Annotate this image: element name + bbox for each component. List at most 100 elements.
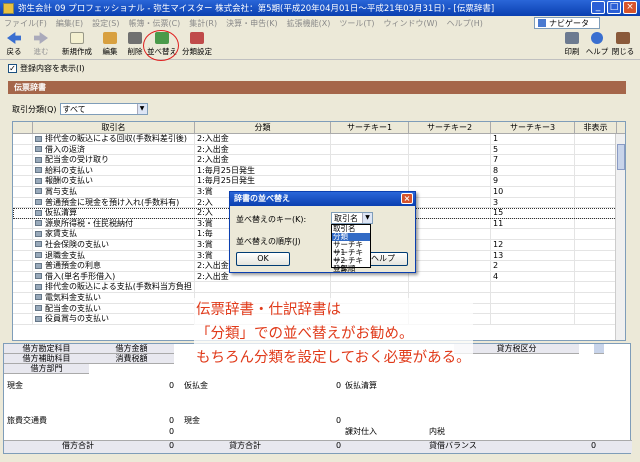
edit-icon xyxy=(103,32,117,44)
close-button[interactable]: 閉じる xyxy=(610,32,636,58)
table-scrollbar[interactable] xyxy=(615,134,625,340)
menu-extensions[interactable]: 拡張機能(X) xyxy=(287,18,331,29)
show-contents-label: 登録内容を表示(I) xyxy=(20,64,85,73)
printer-icon xyxy=(565,32,579,44)
menu-summary[interactable]: 集計(R) xyxy=(189,18,217,29)
new-button[interactable]: 新規作成 xyxy=(60,32,94,58)
row-searchkey3 xyxy=(491,229,575,239)
menu-settings[interactable]: 設定(S) xyxy=(92,18,119,29)
row-name: 源泉所得税・住民税納付 xyxy=(33,218,195,229)
minimize-button[interactable]: _ xyxy=(591,1,605,14)
table-row[interactable]: 借入(単名手形借入) 2:入出金 4 xyxy=(13,271,625,283)
row-icon xyxy=(35,262,42,269)
row-name: 家賃支払 xyxy=(33,229,195,239)
row-category xyxy=(195,282,331,292)
close-window-button[interactable]: × xyxy=(623,1,637,14)
row-icon xyxy=(35,220,42,227)
forward-button[interactable]: 進む xyxy=(30,32,52,58)
row-name: 役員賞与の支払い xyxy=(33,314,195,324)
panel-title: 伝票辞書 xyxy=(8,81,626,94)
sort-highlight-circle xyxy=(143,30,179,61)
chevron-down-icon: ▼ xyxy=(136,104,147,114)
row-searchkey3: 5 xyxy=(491,144,575,155)
row-searchkey3 xyxy=(491,282,575,292)
row-searchkey3 xyxy=(491,292,575,303)
title-bar: 弥生会計 09 プロフェッショナル - 弥生マイスター 株式会社：第5期(平成2… xyxy=(0,0,640,16)
option-registration-order[interactable]: 登録順 xyxy=(332,265,370,273)
col-category[interactable]: 分類 xyxy=(195,122,331,133)
row-name: 排代金の販込による回収(手数料差引後) xyxy=(33,134,195,144)
category-filter-select[interactable]: すべて ▼ xyxy=(59,103,148,115)
sort-order-label: 並べ替えの順序(J) xyxy=(236,237,301,246)
row-searchkey3 xyxy=(491,314,575,324)
col-name[interactable]: 取引名 xyxy=(33,122,195,133)
row-name: 借入(単名手形借入) xyxy=(33,271,195,282)
class-settings-icon xyxy=(190,32,204,44)
menu-file[interactable]: ファイル(F) xyxy=(4,18,47,29)
help-button[interactable]: ヘルプ xyxy=(585,32,609,58)
filter-row: 取引分類(Q) すべて ▼ xyxy=(12,103,148,115)
note-line-1: 伝票辞書・仕訳辞書は xyxy=(196,302,341,318)
row-icon xyxy=(35,209,42,216)
menu-books[interactable]: 帳簿・伝票(C) xyxy=(128,18,180,29)
row-name: 配当金の受け取り xyxy=(33,155,195,165)
table-row[interactable]: 報酬の支払い 1:毎月25日発生 9 xyxy=(13,176,625,187)
row-searchkey3: 9 xyxy=(491,176,575,186)
col-searchkey3[interactable]: サーチキー3 xyxy=(491,122,575,133)
row-category: 2:入出金 xyxy=(195,271,331,282)
sort-key-select[interactable]: 取引名 ▼ xyxy=(331,212,373,224)
table-row[interactable]: 借入の返済 2:入出金 5 xyxy=(13,144,625,156)
menu-window[interactable]: ウィンドウ(W) xyxy=(383,18,437,29)
maximize-button[interactable]: □ xyxy=(607,1,621,14)
row-name: 仮払清算 xyxy=(33,208,195,218)
sort-key-label: 並べ替えのキー(K): xyxy=(236,215,307,224)
new-document-icon xyxy=(70,32,84,44)
table-row[interactable]: 配当金の受け取り 2:入出金 7 xyxy=(13,155,625,166)
menu-closing[interactable]: 決算・申告(K) xyxy=(226,18,278,29)
navigator-button[interactable]: ナビゲータ xyxy=(534,17,600,29)
dialog-title: 辞書の並べ替え × xyxy=(230,192,415,206)
row-category: 1:毎月25日発生 xyxy=(195,176,331,186)
menu-edit[interactable]: 編集(E) xyxy=(56,18,83,29)
row-category: 2:入出金 xyxy=(195,155,331,165)
forward-arrow-icon xyxy=(34,32,48,44)
print-button[interactable]: 印刷 xyxy=(561,32,583,58)
chevron-down-icon: ▼ xyxy=(362,213,372,223)
row-searchkey3: 10 xyxy=(491,186,575,197)
window-title: 弥生会計 09 プロフェッショナル - 弥生マイスター 株式会社：第5期(平成2… xyxy=(18,4,495,14)
table-row[interactable]: 排代金の販込による支払(手数料当方負担 xyxy=(13,282,625,293)
toolbar: 戻る 進む 新規作成 編集 削除 並べ替え 分類設定 印刷 ヘルプ 閉じる xyxy=(0,30,640,60)
row-icon xyxy=(35,273,42,280)
dialog-close-icon[interactable]: × xyxy=(401,193,413,204)
class-settings-button[interactable]: 分類設定 xyxy=(180,32,214,58)
annotation-note: 伝票辞書・仕訳辞書は 「分類」での並べ替えがお勧め。 もちろん分類を設定しておく… xyxy=(194,298,473,370)
menu-tools[interactable]: ツール(T) xyxy=(339,18,374,29)
row-icon xyxy=(35,305,42,311)
row-name: 配当金の支払い xyxy=(33,303,195,314)
note-line-2: 「分類」での並べ替えがお勧め。 xyxy=(196,326,414,342)
row-category: 2:入出金 xyxy=(195,134,331,144)
row-name: 報酬の支払い xyxy=(33,176,195,186)
table-row[interactable]: 排代金の販込による回収(手数料差引後) 2:入出金 1 xyxy=(13,134,625,145)
show-contents-checkbox[interactable]: ✓ xyxy=(8,64,17,73)
menu-help[interactable]: ヘルプ(H) xyxy=(447,18,483,29)
scroll-thumb[interactable] xyxy=(617,144,625,170)
col-searchkey2[interactable]: サーチキー2 xyxy=(409,122,491,133)
sort-dialog: 辞書の並べ替え × 並べ替えのキー(K): 取引名 ▼ 並べ替えの順序(J) OK … xyxy=(229,191,416,273)
row-searchkey3: 4 xyxy=(491,271,575,282)
row-name: 社会保険の支払い xyxy=(33,239,195,250)
ok-button[interactable]: OK xyxy=(236,252,290,266)
row-icon xyxy=(35,135,42,142)
col-hidden[interactable]: 非表示 xyxy=(575,122,617,133)
back-button[interactable]: 戻る xyxy=(3,32,25,58)
app-icon xyxy=(3,2,14,14)
row-icon xyxy=(35,294,42,301)
col-searchkey1[interactable]: サーチキー1 xyxy=(331,122,409,133)
table-row[interactable]: 給料の支払い 1:毎月25日発生 8 xyxy=(13,165,625,177)
row-icon xyxy=(35,315,42,322)
row-icon xyxy=(35,283,42,290)
row-category: 2:入出金 xyxy=(195,144,331,155)
edit-button[interactable]: 編集 xyxy=(99,32,121,58)
row-searchkey3: 7 xyxy=(491,155,575,165)
row-searchkey3: 15 xyxy=(491,208,575,218)
